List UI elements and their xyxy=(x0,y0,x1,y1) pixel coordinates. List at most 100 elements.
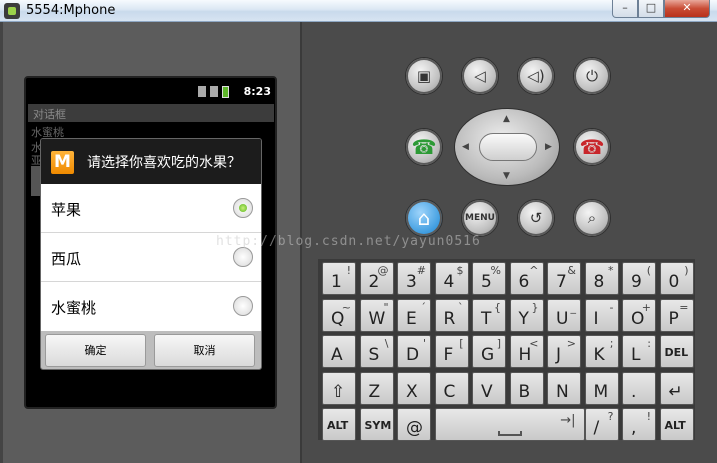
key-row3-9[interactable]: DEL xyxy=(659,335,694,368)
choice-item-apple[interactable]: 苹果 xyxy=(41,184,261,233)
key-row4-9[interactable]: ↵ xyxy=(659,371,694,405)
key-label: P xyxy=(668,308,679,329)
key-label: / xyxy=(593,418,600,438)
radio-checked-icon[interactable] xyxy=(233,198,253,218)
ok-button[interactable]: 确定 xyxy=(45,334,146,367)
key-row4-5[interactable]: B xyxy=(509,371,544,405)
key-label: . xyxy=(631,381,637,402)
key-label: F xyxy=(443,345,454,365)
key-row2-2[interactable]: E ´ xyxy=(397,298,431,332)
key-row1-3[interactable]: 4 $ xyxy=(434,262,469,295)
key-row1-9[interactable]: 0) xyxy=(659,262,694,295)
key-label: ↵ xyxy=(668,381,683,402)
key-row2-3[interactable]: R ` xyxy=(434,298,469,332)
key-alt-label: * xyxy=(608,264,614,277)
key-alt-label: % xyxy=(490,264,501,277)
key-row3-6[interactable]: J > xyxy=(547,335,581,368)
key-label: M xyxy=(593,381,609,402)
key-row3-5[interactable]: H < xyxy=(509,335,544,368)
call-icon[interactable]: ☎ xyxy=(405,128,443,166)
at-key[interactable]: @ xyxy=(397,408,431,441)
key-row2-5[interactable]: Y} xyxy=(509,298,544,332)
key-label: 3 xyxy=(406,272,417,292)
camera-icon[interactable]: ▣ xyxy=(405,57,443,95)
radio-unchecked-icon[interactable] xyxy=(233,247,253,267)
volume-down-icon[interactable]: ◁ xyxy=(461,57,499,95)
menu-button[interactable]: MENU xyxy=(461,199,499,237)
key-row3-1[interactable]: S \ xyxy=(359,335,394,368)
maximize-button[interactable]: □ xyxy=(638,0,664,18)
app-title: 对话框 xyxy=(33,108,66,121)
key-alt-label: + xyxy=(641,300,651,314)
key-label: ALT xyxy=(327,419,349,432)
power-icon[interactable]: ⏻ xyxy=(573,57,611,95)
alt-right-key[interactable]: ALT xyxy=(659,408,694,441)
key-alt-label: < xyxy=(529,337,539,350)
key-row2-4[interactable]: T{ xyxy=(472,298,506,332)
key-row1-8[interactable]: 9( xyxy=(622,262,656,295)
key-row4-3[interactable]: C xyxy=(434,371,469,405)
key-row2-6[interactable]: U _ xyxy=(547,298,581,332)
key-row4-6[interactable]: N xyxy=(547,371,581,405)
key-alt-label: ? xyxy=(607,410,614,423)
key-row1-4[interactable]: 5% xyxy=(472,262,506,295)
key-label: , xyxy=(631,418,637,438)
alt-left-key[interactable]: ALT xyxy=(322,408,356,441)
key-row2-8[interactable]: O + xyxy=(622,298,656,332)
minimize-button[interactable]: – xyxy=(612,0,638,18)
choice-label: 水蜜桃 xyxy=(51,299,97,317)
key-row3-0[interactable]: A xyxy=(322,335,356,368)
key-row4-8[interactable]: . xyxy=(622,371,656,405)
key-row3-3[interactable]: F[ xyxy=(434,335,469,368)
fruit-choice-dialog: M 请选择你喜欢吃的水果？ 苹果 西瓜 水蜜桃 确定 取消 xyxy=(40,138,262,370)
key-label: U xyxy=(556,308,569,329)
key-label: S xyxy=(368,345,380,365)
radio-unchecked-icon[interactable] xyxy=(233,296,253,316)
space-key[interactable]: →| xyxy=(434,408,585,441)
key-alt-label: $ xyxy=(456,264,464,277)
end-call-icon[interactable]: ☎ xyxy=(573,128,611,166)
search-icon[interactable]: ⌕ xyxy=(573,199,611,237)
key-row4-4[interactable]: V xyxy=(472,371,506,405)
key-row1-2[interactable]: 3 # xyxy=(397,262,431,295)
key-row3-2[interactable]: D ' xyxy=(397,335,431,368)
key-row1-7[interactable]: 8 * xyxy=(584,262,619,295)
slash-key[interactable]: /? xyxy=(584,408,619,441)
key-row4-0[interactable]: ⇧ xyxy=(322,371,356,405)
key-row4-2[interactable]: X xyxy=(397,371,431,405)
close-button[interactable]: ✕ xyxy=(664,0,710,18)
key-label: 6 xyxy=(518,272,530,292)
key-label: ALT xyxy=(664,419,686,432)
back-icon[interactable]: ↺ xyxy=(517,199,555,237)
choice-item-peach[interactable]: 水蜜桃 xyxy=(41,282,261,331)
key-row3-4[interactable]: G] xyxy=(472,335,506,368)
watermark: http://blog.csdn.net/yayun0516 xyxy=(216,234,481,249)
key-label: R xyxy=(443,308,456,329)
key-row4-7[interactable]: M xyxy=(584,371,619,405)
dpad-down-icon[interactable]: ▼ xyxy=(503,171,510,181)
key-row2-9[interactable]: P = xyxy=(659,298,694,332)
dpad-right-icon[interactable]: ▶ xyxy=(545,142,552,152)
dpad-up-icon[interactable]: ▲ xyxy=(503,114,510,124)
volume-up-icon[interactable]: ◁) xyxy=(517,57,555,95)
key-label: L xyxy=(631,345,641,365)
dpad-center-button[interactable] xyxy=(479,133,537,161)
key-row2-7[interactable]: I- xyxy=(584,298,619,332)
key-row1-5[interactable]: 6 ^ xyxy=(509,262,544,295)
dpad[interactable]: ▲ ▼ ◀ ▶ xyxy=(454,108,560,186)
sym-key[interactable]: SYM xyxy=(359,408,394,441)
key-row2-1[interactable]: W " xyxy=(359,298,394,332)
key-row1-6[interactable]: 7 & xyxy=(547,262,581,295)
key-row1-0[interactable]: 1! xyxy=(322,262,356,295)
key-row4-1[interactable]: Z xyxy=(359,371,394,405)
comma-key[interactable]: ,! xyxy=(622,408,656,441)
key-label: I xyxy=(593,308,599,329)
key-row2-0[interactable]: Q ~ xyxy=(322,298,356,332)
key-row1-1[interactable]: 2 @ xyxy=(359,262,394,295)
key-row3-8[interactable]: L: xyxy=(622,335,656,368)
home-icon[interactable]: ⌂ xyxy=(405,199,443,237)
cancel-button[interactable]: 取消 xyxy=(154,334,255,367)
dpad-left-icon[interactable]: ◀ xyxy=(462,142,469,152)
battery-icon xyxy=(222,86,229,98)
key-row3-7[interactable]: K; xyxy=(584,335,619,368)
